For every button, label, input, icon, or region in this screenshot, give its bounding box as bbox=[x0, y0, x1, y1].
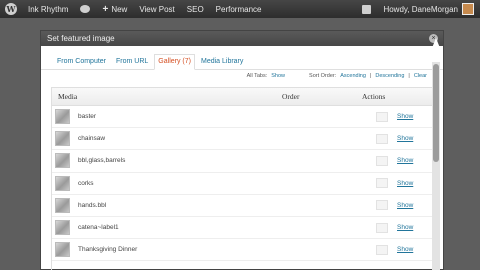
howdy-label: Howdy, DaneMorgan bbox=[383, 4, 458, 14]
column-media: Media bbox=[58, 92, 78, 101]
admin-bar: W Ink Rhythm + New View Post SEO Perform… bbox=[0, 0, 480, 18]
show-link[interactable]: Show bbox=[397, 113, 413, 120]
comment-bubble-icon bbox=[80, 5, 91, 13]
table-row: chainsaw Show bbox=[52, 128, 432, 151]
table-body: baster Show chainsaw Show bbl,glass,barr… bbox=[52, 106, 432, 262]
image-thumbnail bbox=[55, 153, 70, 169]
image-thumbnail bbox=[55, 131, 70, 147]
table-row: bbl,glass,barrels Show bbox=[52, 150, 432, 173]
tab-gallery[interactable]: Gallery (7) bbox=[154, 54, 195, 70]
tab-from-computer[interactable]: From Computer bbox=[53, 57, 110, 69]
sort-order-label: Sort Order: bbox=[309, 73, 337, 79]
modal-scrollbar[interactable] bbox=[432, 62, 440, 270]
order-input[interactable] bbox=[376, 244, 388, 255]
show-link[interactable]: Show bbox=[397, 157, 413, 164]
image-thumbnail bbox=[55, 109, 70, 125]
show-link[interactable]: Show bbox=[397, 180, 413, 187]
modal-title-bar: Set featured image × bbox=[41, 31, 443, 46]
show-link[interactable]: Show bbox=[397, 246, 413, 253]
performance-menu[interactable]: Performance bbox=[210, 0, 268, 18]
gallery-table: Media Order Actions baster Show chainsaw… bbox=[51, 87, 433, 270]
avatar bbox=[462, 3, 474, 15]
comments-button[interactable] bbox=[74, 0, 96, 18]
row-title: Thanksgiving Dinner bbox=[78, 246, 138, 254]
row-title: baster bbox=[78, 113, 97, 121]
order-input[interactable] bbox=[376, 111, 388, 122]
all-tabs-label: All Tabs: bbox=[246, 73, 268, 79]
order-input[interactable] bbox=[376, 155, 388, 166]
scrollbar-thumb[interactable] bbox=[433, 64, 439, 162]
image-thumbnail bbox=[55, 197, 70, 213]
order-input[interactable] bbox=[376, 133, 388, 144]
row-title: chainsaw bbox=[78, 135, 106, 143]
seo-menu[interactable]: SEO bbox=[181, 0, 210, 18]
wordpress-logo-icon: W bbox=[5, 3, 17, 15]
image-thumbnail bbox=[55, 220, 70, 236]
image-thumbnail bbox=[55, 242, 70, 258]
table-row: hands.bbl Show bbox=[52, 194, 432, 217]
sort-clear-link[interactable]: Clear bbox=[414, 73, 427, 79]
table-row: catena~label1 Show bbox=[52, 216, 432, 240]
show-link[interactable]: Show bbox=[397, 224, 413, 231]
notes-button[interactable] bbox=[356, 0, 377, 18]
new-content-button[interactable]: + New bbox=[96, 0, 133, 18]
row-title: hands.bbl bbox=[78, 201, 107, 209]
sort-separator: | bbox=[408, 73, 410, 79]
new-content-label: New bbox=[111, 4, 128, 14]
table-row: Thanksgiving Dinner Show bbox=[52, 239, 432, 262]
wordpress-logo-button[interactable]: W bbox=[0, 0, 22, 18]
show-link[interactable]: Show bbox=[397, 202, 413, 209]
gallery-filters: All Tabs: Show Sort Order: Ascending | D… bbox=[41, 70, 443, 82]
modal-title: Set featured image bbox=[47, 34, 115, 43]
table-row: corks Show bbox=[52, 172, 432, 195]
view-post-link[interactable]: View Post bbox=[133, 0, 180, 18]
tab-media-library[interactable]: Media Library bbox=[197, 57, 247, 69]
mouse-cursor-icon bbox=[432, 38, 440, 48]
image-thumbnail bbox=[55, 175, 70, 191]
order-input[interactable] bbox=[376, 222, 388, 233]
row-title: catena~label1 bbox=[78, 224, 119, 232]
order-input[interactable] bbox=[376, 178, 388, 189]
media-modal: Set featured image × From Computer From … bbox=[40, 30, 444, 270]
row-title: bbl,glass,barrels bbox=[78, 157, 126, 165]
all-tabs-show-link[interactable]: Show bbox=[271, 73, 285, 79]
order-input[interactable] bbox=[376, 200, 388, 211]
show-link[interactable]: Show bbox=[397, 135, 413, 142]
sort-descending-link[interactable]: Descending bbox=[375, 73, 404, 79]
site-name-link[interactable]: Ink Rhythm bbox=[22, 0, 74, 18]
row-title: corks bbox=[78, 179, 94, 187]
plus-icon: + bbox=[102, 3, 109, 15]
notes-icon bbox=[362, 4, 372, 14]
media-tabs: From Computer From URL Gallery (7) Media… bbox=[41, 46, 443, 70]
tab-from-url[interactable]: From URL bbox=[112, 57, 152, 69]
account-menu[interactable]: Howdy, DaneMorgan bbox=[377, 0, 480, 18]
sort-separator: | bbox=[369, 73, 372, 79]
sort-ascending-link[interactable]: Ascending bbox=[340, 73, 366, 79]
column-order: Order bbox=[282, 92, 300, 101]
table-header: Media Order Actions bbox=[52, 88, 432, 106]
table-row: baster Show bbox=[52, 106, 432, 129]
column-actions: Actions bbox=[362, 92, 386, 101]
